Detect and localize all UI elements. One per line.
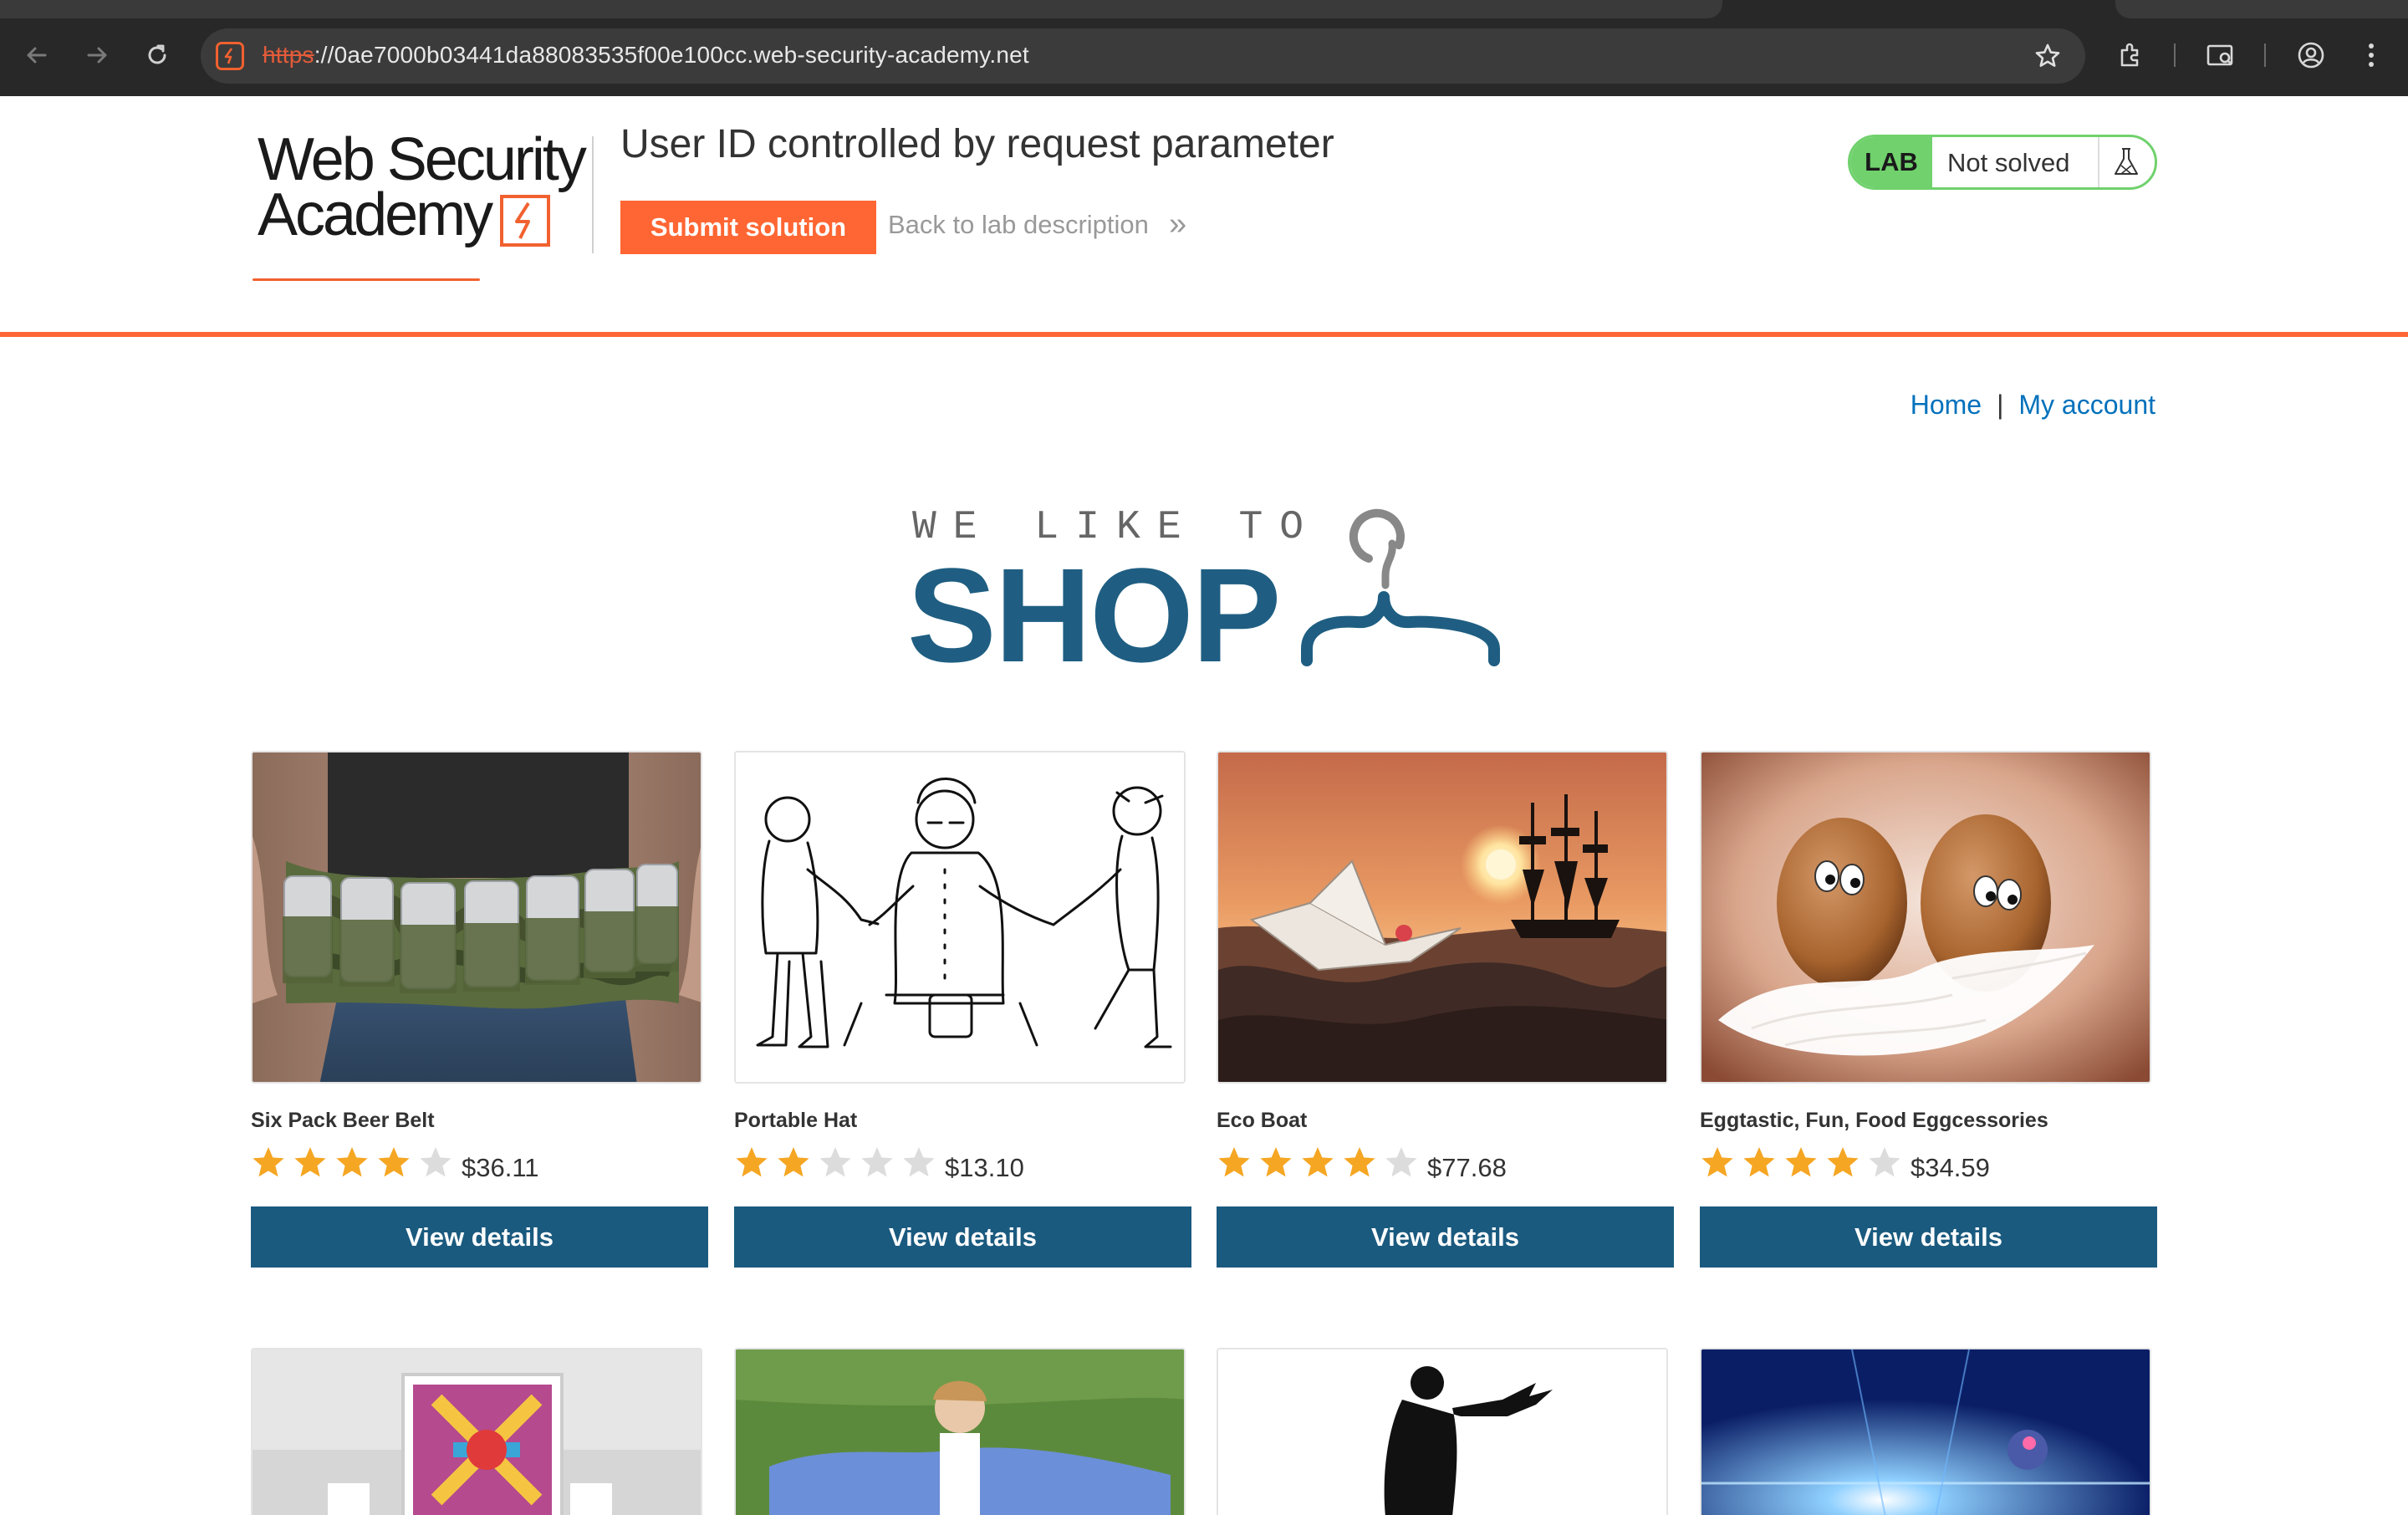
tab-strip-edge xyxy=(2115,0,2408,18)
product-price: $34.59 xyxy=(1911,1153,1990,1182)
product-price: $36.11 xyxy=(462,1153,539,1182)
star-empty-icon xyxy=(860,1144,901,1181)
star-filled-icon xyxy=(1742,1144,1783,1181)
view-details-button[interactable]: View details xyxy=(734,1206,1191,1268)
status-divider xyxy=(2098,137,2099,187)
view-details-button[interactable]: View details xyxy=(251,1206,708,1268)
url-host: ://0ae7000b03441da88083535f00e100cc.web-… xyxy=(314,42,1029,68)
view-details-button[interactable]: View details xyxy=(1700,1206,2157,1268)
header-divider xyxy=(592,136,594,253)
star-filled-icon xyxy=(334,1144,376,1181)
product-name: Portable Hat xyxy=(734,1109,858,1132)
logo-line-2: Academy xyxy=(258,181,493,248)
lab-status-text: Not solved xyxy=(1947,148,2070,177)
star-filled-icon xyxy=(376,1144,418,1181)
product-name: Eggtastic, Fun, Food Eggcessories xyxy=(1700,1109,2048,1132)
star-filled-icon xyxy=(776,1144,818,1181)
star-filled-icon xyxy=(1258,1144,1300,1181)
more-menu-icon[interactable] xyxy=(2353,37,2390,74)
nav-separator: | xyxy=(1997,390,2004,420)
my-account-link[interactable]: My account xyxy=(2018,390,2155,421)
star-filled-icon xyxy=(734,1144,776,1181)
star-empty-icon xyxy=(418,1144,460,1181)
toolbar-divider-2 xyxy=(2264,43,2266,67)
flask-icon xyxy=(2108,144,2145,181)
clothes-hanger-icon xyxy=(1301,508,1500,666)
star-filled-icon xyxy=(1783,1144,1825,1181)
browser-chrome: https://0ae7000b03441da88083535f00e100cc… xyxy=(0,0,2408,96)
home-link[interactable]: Home xyxy=(1911,390,1982,421)
lab-title: User ID controlled by request parameter xyxy=(620,122,1334,166)
product-image[interactable] xyxy=(734,1348,1186,1515)
product-rating xyxy=(734,1144,943,1181)
star-empty-icon xyxy=(1384,1144,1426,1181)
product-image-eco-boat[interactable] xyxy=(1217,751,1668,1084)
star-empty-icon xyxy=(901,1144,943,1181)
star-filled-icon xyxy=(293,1144,334,1181)
submit-solution-button[interactable]: Submit solution xyxy=(620,201,876,254)
product-image-eggtastic[interactable] xyxy=(1700,751,2151,1084)
site-favicon-icon xyxy=(216,42,244,70)
shop-banner: WE LIKE TO SHOP xyxy=(907,502,1509,682)
url-text[interactable]: https://0ae7000b03441da88083535f00e100cc… xyxy=(263,42,1029,69)
profile-avatar-icon[interactable] xyxy=(2293,37,2329,74)
web-security-academy-logo[interactable]: Web Security Academy xyxy=(251,130,594,281)
active-tab[interactable] xyxy=(0,0,1722,18)
star-filled-icon xyxy=(1825,1144,1867,1181)
reload-icon[interactable] xyxy=(139,37,176,74)
back-arrow-icon[interactable] xyxy=(18,37,55,74)
product-rating xyxy=(1217,1144,1426,1181)
product-image-six-pack-beer-belt[interactable] xyxy=(251,751,702,1084)
product-rating xyxy=(251,1144,460,1181)
double-chevron-right-icon[interactable]: » xyxy=(1169,207,1186,242)
view-details-button[interactable]: View details xyxy=(1217,1206,1674,1268)
product-image[interactable] xyxy=(1700,1348,2151,1515)
lab-status-tag: LAB xyxy=(1850,137,1932,187)
product-name: Eco Boat xyxy=(1217,1109,1308,1132)
logo-underline xyxy=(253,278,480,281)
product-image[interactable] xyxy=(251,1348,702,1515)
star-filled-icon xyxy=(251,1144,293,1181)
forward-arrow-icon[interactable] xyxy=(79,37,115,74)
tab-search-icon[interactable] xyxy=(2202,37,2239,74)
banner-shop-text: SHOP xyxy=(907,540,1281,690)
star-empty-icon xyxy=(1867,1144,1909,1181)
star-filled-icon xyxy=(1700,1144,1742,1181)
star-filled-icon xyxy=(1300,1144,1342,1181)
extensions-icon[interactable] xyxy=(2112,37,2149,74)
bookmark-star-icon[interactable] xyxy=(2033,42,2062,70)
tab-strip xyxy=(0,0,2408,18)
product-image[interactable] xyxy=(1217,1348,1668,1515)
lab-status-widget: LAB Not solved xyxy=(1848,135,2157,190)
product-price: $77.68 xyxy=(1427,1153,1507,1182)
star-empty-icon xyxy=(818,1144,860,1181)
url-scheme: https xyxy=(263,42,314,68)
back-to-lab-description-link[interactable]: Back to lab description xyxy=(888,210,1149,240)
star-filled-icon xyxy=(1217,1144,1258,1181)
top-nav: Home | My account xyxy=(1911,390,2155,421)
header-orange-rule xyxy=(0,332,2408,337)
logo-bolt-icon xyxy=(500,195,550,247)
product-name: Six Pack Beer Belt xyxy=(251,1109,435,1132)
star-filled-icon xyxy=(1342,1144,1384,1181)
address-bar[interactable]: https://0ae7000b03441da88083535f00e100cc… xyxy=(201,28,2085,84)
toolbar-divider xyxy=(2174,43,2176,67)
product-image-portable-hat[interactable] xyxy=(734,751,1186,1084)
product-rating xyxy=(1700,1144,1909,1181)
product-price: $13.10 xyxy=(945,1153,1024,1182)
lab-header: Web Security Academy User ID controlled … xyxy=(0,96,2408,337)
